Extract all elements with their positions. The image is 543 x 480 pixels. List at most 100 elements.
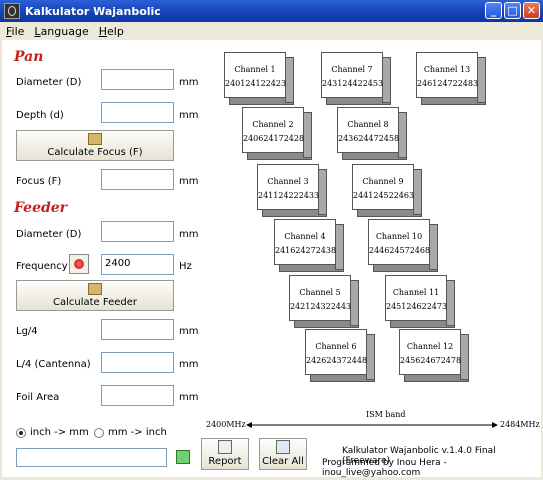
channel-center: 2422 (278, 191, 299, 200)
calculator-icon (88, 133, 102, 145)
focus-output[interactable] (101, 169, 174, 190)
channel-box: Channel 8 2436 2447 2458 (337, 107, 411, 163)
channel-box: Channel 3 2411 2422 2433 (257, 164, 331, 220)
feeder-diameter-input[interactable] (101, 221, 174, 242)
report-button[interactable]: Report (201, 438, 249, 470)
pan-depth-input[interactable] (101, 102, 174, 123)
maximize-button[interactable]: □ (504, 2, 521, 19)
channel-high: 2473 (426, 302, 448, 311)
calculate-focus-label: Calculate Focus (F) (47, 147, 143, 158)
clear-all-button[interactable]: Clear All (259, 438, 307, 470)
calculate-feeder-label: Calculate Feeder (52, 297, 137, 308)
channel-high: 2423 (265, 79, 287, 88)
radio-inch-to-mm[interactable] (16, 428, 26, 438)
channel-box: Channel 7 2431 2442 2453 (321, 52, 395, 108)
channel-low: 2436 (338, 134, 359, 143)
channel-high: 2433 (298, 191, 320, 200)
menu-help[interactable]: Help (99, 25, 124, 38)
channel-name: Channel 3 (267, 177, 309, 186)
channel-center: 2472 (437, 79, 458, 88)
frequency-picker-button[interactable] (69, 254, 89, 274)
channel-low: 2416 (275, 246, 296, 255)
lg4-label: Lg/4 (16, 326, 38, 337)
menu-language[interactable]: Language (34, 25, 88, 38)
pan-heading: Pan (14, 49, 44, 65)
channel-box: Channel 11 2451 2462 2473 (385, 275, 459, 331)
channel-high: 2463 (393, 191, 415, 200)
lg4-unit: mm (179, 326, 199, 337)
feeder-heading: Feeder (14, 200, 68, 216)
pan-depth-label: Depth (d) (16, 110, 64, 121)
foil-label: Foil Area (16, 392, 60, 403)
foil-output[interactable] (101, 385, 174, 406)
focus-unit: mm (179, 176, 199, 187)
pan-diameter-label: Diameter (D) (16, 77, 82, 88)
main-panel: Pan Diameter (D) mm Depth (d) mm Calcula… (2, 40, 541, 478)
frequency-input[interactable]: 2400 (101, 254, 174, 275)
channel-low: 2451 (386, 302, 407, 311)
channel-name: Channel 12 (406, 342, 454, 351)
channel-box: Channel 12 2456 2467 2478 (399, 329, 473, 385)
app-icon (4, 3, 20, 19)
channel-box: Channel 9 2441 2452 2463 (352, 164, 426, 220)
frequency-label: Frequency (16, 261, 68, 272)
minimize-button[interactable]: _ (485, 2, 502, 19)
channel-center: 2452 (373, 191, 394, 200)
channel-name: Channel 7 (331, 65, 373, 74)
channel-center: 2427 (295, 246, 316, 255)
radio-mm-to-inch-label: mm -> inch (108, 427, 167, 438)
channel-name: Channel 5 (299, 288, 341, 297)
channel-name: Channel 9 (362, 177, 404, 186)
radio-inch-to-mm-label: inch -> mm (30, 427, 89, 438)
report-icon (218, 440, 232, 454)
report-label: Report (208, 456, 242, 467)
channel-center: 2437 (326, 356, 347, 365)
channel-center: 2467 (420, 356, 441, 365)
channel-low: 2411 (258, 191, 279, 200)
channel-low: 2441 (353, 191, 374, 200)
channel-name: Channel 11 (392, 288, 440, 297)
channel-high: 2443 (330, 302, 352, 311)
channel-low: 2456 (400, 356, 421, 365)
pan-diameter-input[interactable] (101, 69, 174, 90)
channel-name: Channel 1 (234, 65, 276, 74)
l4-output[interactable] (101, 352, 174, 373)
title-bar: Kalkulator Wajanbolic _ □ ✕ (0, 0, 543, 22)
channel-box: Channel 10 2446 2457 2468 (368, 219, 442, 275)
pan-depth-unit: mm (179, 110, 199, 121)
calculate-focus-button[interactable]: Calculate Focus (F) (16, 130, 174, 161)
menu-file[interactable]: File (6, 25, 24, 38)
band-end-label: 2484MHz (500, 420, 540, 429)
channel-high: 2448 (346, 356, 368, 365)
channel-high: 2468 (409, 246, 431, 255)
channel-high: 2438 (315, 246, 337, 255)
channel-high: 2453 (362, 79, 384, 88)
channel-low: 2426 (306, 356, 327, 365)
band-name-label: ISM band (366, 410, 406, 419)
target-icon (74, 259, 84, 269)
window-title: Kalkulator Wajanbolic (25, 4, 161, 18)
channel-name: Channel 13 (423, 65, 471, 74)
radio-mm-to-inch[interactable] (94, 428, 104, 438)
channel-low: 2401 (225, 79, 246, 88)
pan-diameter-unit: mm (179, 77, 199, 88)
band-start-label: 2400MHz (206, 420, 246, 429)
calculate-feeder-button[interactable]: Calculate Feeder (16, 280, 174, 311)
channel-low: 2421 (290, 302, 311, 311)
feeder-diameter-label: Diameter (D) (16, 229, 82, 240)
close-button[interactable]: ✕ (523, 2, 540, 19)
channel-box: Channel 13 2461 2472 2483 (416, 52, 490, 108)
channel-center: 2412 (245, 79, 266, 88)
channel-center: 2447 (358, 134, 379, 143)
conversion-input[interactable] (16, 448, 167, 467)
lg4-output[interactable] (101, 319, 174, 340)
clear-all-label: Clear All (262, 456, 304, 467)
channel-high: 2428 (283, 134, 305, 143)
channel-high: 2458 (378, 134, 400, 143)
channel-box: Channel 4 2416 2427 2438 (274, 219, 348, 275)
focus-label: Focus (F) (16, 176, 62, 187)
convert-go-icon[interactable] (176, 450, 190, 464)
menu-bar: File Language Help (0, 22, 543, 40)
foil-unit: mm (179, 392, 199, 403)
calculator-icon (88, 283, 102, 295)
